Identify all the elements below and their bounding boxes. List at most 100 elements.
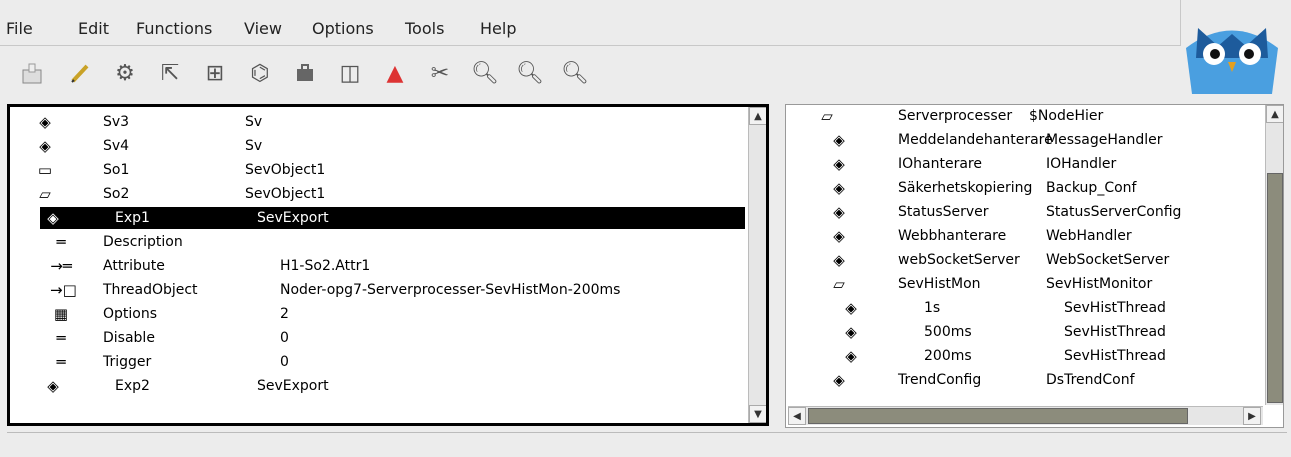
tree-row[interactable]: ◈ Säkerhetskopiering Backup_Conf <box>786 177 1261 199</box>
row-class: StatusServerConfig <box>1046 204 1182 220</box>
row-name: TrendConfig <box>898 372 982 388</box>
row-name: So1 <box>103 162 130 178</box>
object-icon[interactable]: ◈ <box>840 345 862 367</box>
node-hierarchy-pane[interactable]: ▱ Serverprocesser $NodeHier ◈ Meddelandehant… <box>785 104 1284 428</box>
hierarchy-icon[interactable]: ⊞ <box>199 55 231 91</box>
row-value[interactable]: Noder-opg7-Serverprocesser-SevHistMon-20… <box>280 279 620 301</box>
tree-row[interactable]: ◈ Webbhanterare WebHandler <box>786 225 1261 247</box>
object-icon[interactable]: ◈ <box>828 201 850 223</box>
menu-help[interactable]: Help <box>480 19 516 38</box>
right-horizontal-scrollbar[interactable]: ◀ ▶ <box>788 406 1263 425</box>
row-class: IOHandler <box>1046 156 1117 172</box>
attr-icon[interactable]: ═ <box>50 351 72 373</box>
tree-row[interactable]: ◈ TrendConfig DsTrendConf <box>786 369 1261 391</box>
row-value[interactable]: H1-So2.Attr1 <box>280 255 370 277</box>
row-value[interactable]: 2 <box>280 303 289 325</box>
tree-row[interactable]: ▭ So1 SevObject1 <box>10 159 745 181</box>
object-icon[interactable]: ◈ <box>828 153 850 175</box>
row-name: Säkerhetskopiering <box>898 180 1033 196</box>
tree-row[interactable]: ◈ 200ms SevHistThread <box>786 345 1261 367</box>
row-class: WebSocketServer <box>1046 252 1170 268</box>
zoom-out-icon[interactable]: 🔍︎ <box>514 55 546 91</box>
menu-file[interactable]: File <box>6 19 33 38</box>
tree-row[interactable]: →═ Attribute H1-So2.Attr1 <box>10 255 745 277</box>
menu-edit[interactable]: Edit <box>78 19 109 38</box>
tools-icon[interactable]: ✂ <box>424 55 456 91</box>
scroll-down-button[interactable]: ▼ <box>749 405 766 423</box>
tree-row[interactable]: ═ Trigger 0 <box>10 351 745 373</box>
folder-open-icon[interactable]: ▱ <box>34 183 56 205</box>
object-icon[interactable]: ◈ <box>828 129 850 151</box>
object-icon[interactable]: ◈ <box>828 369 850 391</box>
tree-row[interactable]: ◈ StatusServer StatusServerConfig <box>786 201 1261 223</box>
tree-row[interactable]: ◈ Exp2 SevExport <box>10 375 745 397</box>
plc-icon[interactable]: ⌬ <box>244 55 276 91</box>
edit-icon[interactable] <box>64 55 96 91</box>
scroll-left-button[interactable]: ◀ <box>788 407 806 425</box>
alarm-triangle-icon[interactable]: ▲ <box>379 55 411 91</box>
tree-row[interactable]: ═ Disable 0 <box>10 327 745 349</box>
scroll-thumb[interactable] <box>1267 173 1283 403</box>
left-vertical-scrollbar[interactable]: ▲ ▼ <box>748 107 766 423</box>
attr-icon[interactable]: ═ <box>50 327 72 349</box>
row-class: DsTrendConf <box>1046 372 1135 388</box>
tree-row[interactable]: ▱ SevHistMon SevHistMonitor <box>786 273 1261 295</box>
object-icon[interactable]: ◈ <box>42 207 64 229</box>
briefcase-icon[interactable] <box>289 55 321 91</box>
right-vertical-scrollbar[interactable]: ▲ <box>1265 105 1283 405</box>
tree-row[interactable]: ◈ Meddelandehanterare MessageHandler <box>786 129 1261 151</box>
attr-icon[interactable]: ═ <box>50 231 72 253</box>
panel-icon[interactable]: ◫ <box>334 55 366 91</box>
row-class: SevHistThread <box>1064 324 1166 340</box>
mask-icon[interactable]: ▦ <box>50 303 72 325</box>
zoom-in-icon[interactable]: 🔍︎ <box>469 55 501 91</box>
row-name: Exp1 <box>115 210 150 226</box>
attrref-icon[interactable]: →═ <box>50 255 72 277</box>
tree-row[interactable]: ◈ Sv4 Sv <box>10 135 745 157</box>
save-icon[interactable] <box>16 55 48 91</box>
objref-icon[interactable]: →□ <box>50 279 77 301</box>
row-class: SevHistMonitor <box>1046 276 1153 292</box>
nav-icon[interactable]: ⇱ <box>154 55 186 91</box>
folder-open-icon[interactable]: ▱ <box>816 105 838 127</box>
tree-row[interactable]: ◈ 500ms SevHistThread <box>786 321 1261 343</box>
gears-icon[interactable]: ⚙ <box>109 55 141 91</box>
menu-view[interactable]: View <box>244 19 282 38</box>
row-name: ThreadObject <box>103 282 198 298</box>
object-icon[interactable]: ◈ <box>828 177 850 199</box>
row-name: Disable <box>103 330 155 346</box>
object-tree-pane[interactable]: ◈ Sv3 Sv ◈ Sv4 Sv ▭ So1 SevObject1 ▱ So2 SevObject1… <box>7 104 769 426</box>
tree-row[interactable]: ◈ 1s SevHistThread <box>786 297 1261 319</box>
scroll-up-button[interactable]: ▲ <box>749 107 766 125</box>
scroll-right-button[interactable]: ▶ <box>1243 407 1261 425</box>
menu-tools[interactable]: Tools <box>405 19 444 38</box>
tree-row[interactable]: ▱ Serverprocesser $NodeHier <box>786 105 1261 127</box>
tree-row[interactable]: →□ ThreadObject Noder-opg7-Serverprocesser… <box>10 279 745 301</box>
zoom-reset-icon[interactable]: 🔍︎ <box>559 55 591 91</box>
object-icon[interactable]: ◈ <box>840 321 862 343</box>
menu-functions[interactable]: Functions <box>136 19 212 38</box>
tree-row[interactable]: ▦ Options 2 <box>10 303 745 325</box>
tree-row[interactable]: ◈ Sv3 Sv <box>10 111 745 133</box>
row-value[interactable]: 0 <box>280 351 289 373</box>
row-class: SevExport <box>257 210 329 226</box>
scroll-thumb[interactable] <box>808 408 1188 424</box>
object-icon[interactable]: ◈ <box>34 135 56 157</box>
folder-closed-icon[interactable]: ▭ <box>34 159 56 181</box>
folder-open-icon[interactable]: ▱ <box>828 273 850 295</box>
tree-row[interactable]: ◈ webSocketServer WebSocketServer <box>786 249 1261 271</box>
tree-row[interactable]: ◈ Exp1 SevExport <box>40 207 745 229</box>
tree-row[interactable]: ◈ IOhanterare IOHandler <box>786 153 1261 175</box>
row-name: StatusServer <box>898 204 989 220</box>
row-value[interactable]: 0 <box>280 327 289 349</box>
object-icon[interactable]: ◈ <box>34 111 56 133</box>
menu-options[interactable]: Options <box>312 19 374 38</box>
object-icon[interactable]: ◈ <box>42 375 64 397</box>
object-icon[interactable]: ◈ <box>840 297 862 319</box>
status-bar <box>7 432 1287 455</box>
tree-row[interactable]: ═ Description <box>10 231 745 253</box>
tree-row[interactable]: ▱ So2 SevObject1 <box>10 183 745 205</box>
object-icon[interactable]: ◈ <box>828 225 850 247</box>
scroll-up-button[interactable]: ▲ <box>1266 105 1283 123</box>
object-icon[interactable]: ◈ <box>828 249 850 271</box>
